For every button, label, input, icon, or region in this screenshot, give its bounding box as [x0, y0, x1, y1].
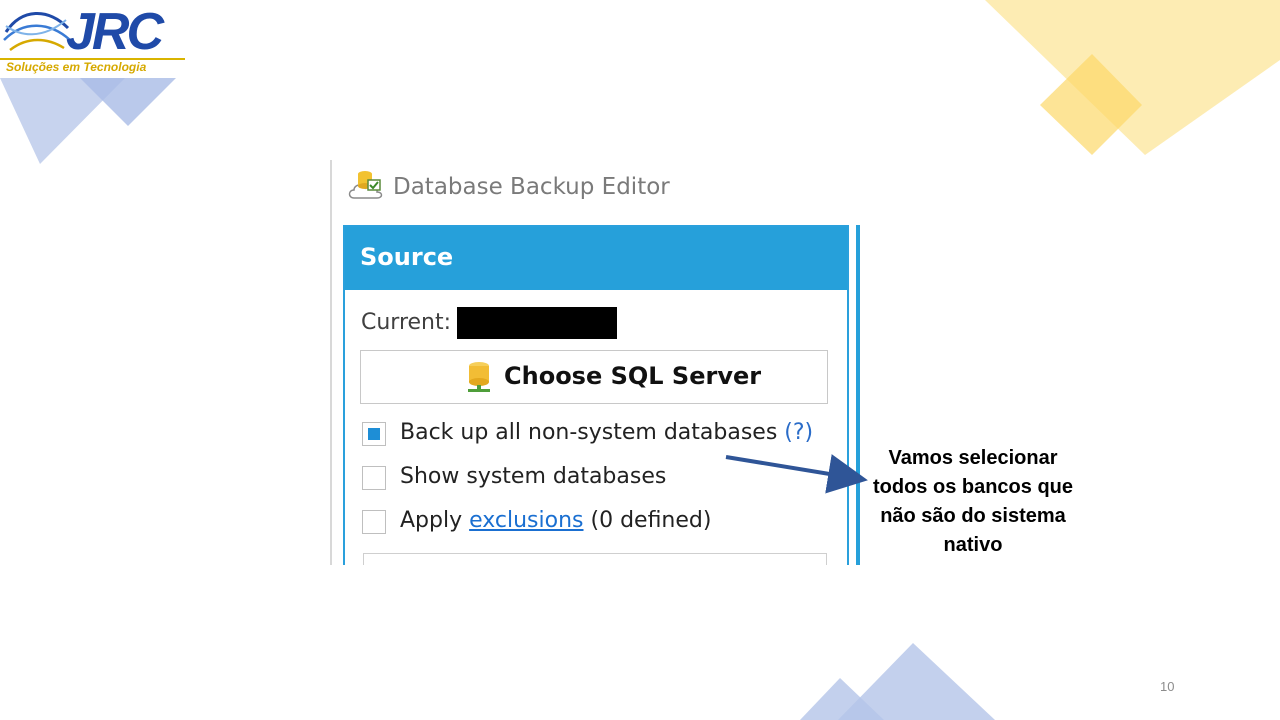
source-panel: Source Current: Choose SQL Server Back u… — [343, 225, 849, 565]
database-list-field-partial[interactable] — [363, 553, 827, 565]
adjacent-panel-edge — [856, 225, 860, 565]
database-backup-icon — [348, 171, 383, 199]
source-header: Source — [345, 227, 847, 290]
exclusions-count: (0 defined) — [590, 508, 712, 533]
logo-swoosh-icon — [3, 12, 71, 52]
choose-sql-server-button[interactable]: Choose SQL Server — [360, 350, 828, 404]
apply-exclusions-label: Apply exclusions (0 defined) — [400, 508, 711, 533]
backup-all-label: Back up all non-system databases (?) — [400, 420, 813, 445]
current-server-redacted — [457, 307, 617, 339]
window-left-border — [330, 160, 332, 565]
backup-all-help-link[interactable]: (?) — [784, 420, 813, 445]
backup-all-checkbox[interactable] — [362, 422, 386, 446]
exclusions-link[interactable]: exclusions — [469, 508, 583, 533]
source-header-label: Source — [360, 243, 454, 271]
annotation-line-2: todos os bancos que — [872, 476, 1074, 498]
show-system-databases-checkbox[interactable] — [362, 466, 386, 490]
logo-tagline: Soluções em Tecnologia — [6, 60, 147, 74]
choose-sql-server-label: Choose SQL Server — [504, 362, 762, 390]
backup-all-text: Back up all non-system databases — [400, 420, 778, 445]
annotation-callout: Vamos selecionar todos os bancos que não… — [862, 444, 1084, 560]
window-title: Database Backup Editor — [393, 174, 670, 200]
company-logo: JRC Soluções em Tecnologia — [0, 0, 185, 78]
page-number: 10 — [1160, 679, 1175, 694]
annotation-line-1: Vamos selecionar — [888, 447, 1058, 469]
current-server-label: Current: — [361, 310, 452, 335]
apply-exclusions-checkbox[interactable] — [362, 510, 386, 534]
sql-server-icon — [468, 362, 490, 392]
annotation-line-3: não são do sistema — [880, 505, 1066, 527]
logo-brand-text: JRC — [66, 3, 164, 61]
logo-tagline-bar: Soluções em Tecnologia — [0, 58, 185, 78]
annotation-line-4: nativo — [943, 534, 1003, 556]
backup-editor-screenshot: Database Backup Editor Source Current: C… — [330, 160, 860, 565]
apply-exclusions-prefix: Apply — [400, 508, 463, 533]
show-system-databases-label: Show system databases — [400, 464, 667, 489]
